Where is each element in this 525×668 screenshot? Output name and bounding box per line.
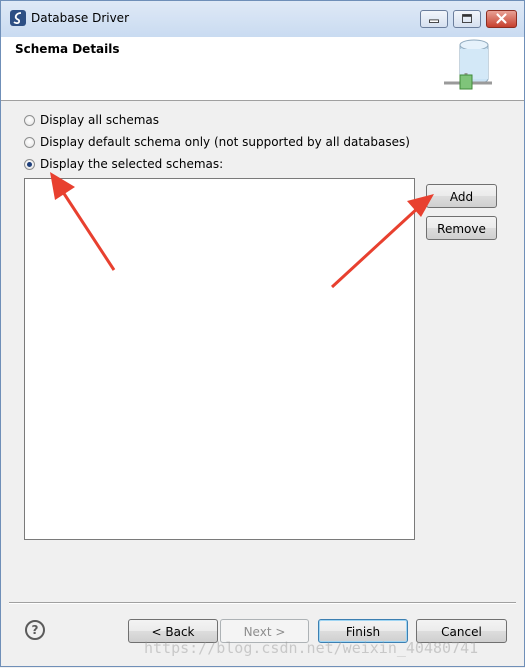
option-label: Display default schema only (not support… [40,135,410,149]
watermark: https://blog.csdn.net/weixin_40480741 [144,639,479,657]
page-title: Schema Details [15,42,120,56]
maximize-icon [462,14,472,23]
help-icon[interactable]: ? [25,620,45,640]
minimize-icon [429,19,439,23]
eclipse-data-tools-icon [10,10,26,26]
close-icon [496,13,507,24]
radio-display-default[interactable] [24,137,35,148]
database-driver-window: Database Driver Schema Details Display a… [0,0,525,667]
radio-display-all[interactable] [24,115,35,126]
database-connection-icon [444,39,492,90]
add-button[interactable]: Add [426,184,497,208]
remove-button[interactable]: Remove [426,216,497,240]
maximize-button[interactable] [453,10,481,28]
selected-schemas-list[interactable] [24,178,415,540]
title-bar[interactable]: Database Driver [1,1,524,37]
close-button[interactable] [486,10,517,28]
minimize-button[interactable] [420,10,448,28]
window-title: Database Driver [31,11,129,25]
footer-separator [9,602,516,604]
option-label: Display the selected schemas: [40,157,224,171]
radio-display-selected[interactable] [24,159,35,170]
option-label: Display all schemas [40,113,160,127]
wizard-header: Schema Details [1,37,524,101]
